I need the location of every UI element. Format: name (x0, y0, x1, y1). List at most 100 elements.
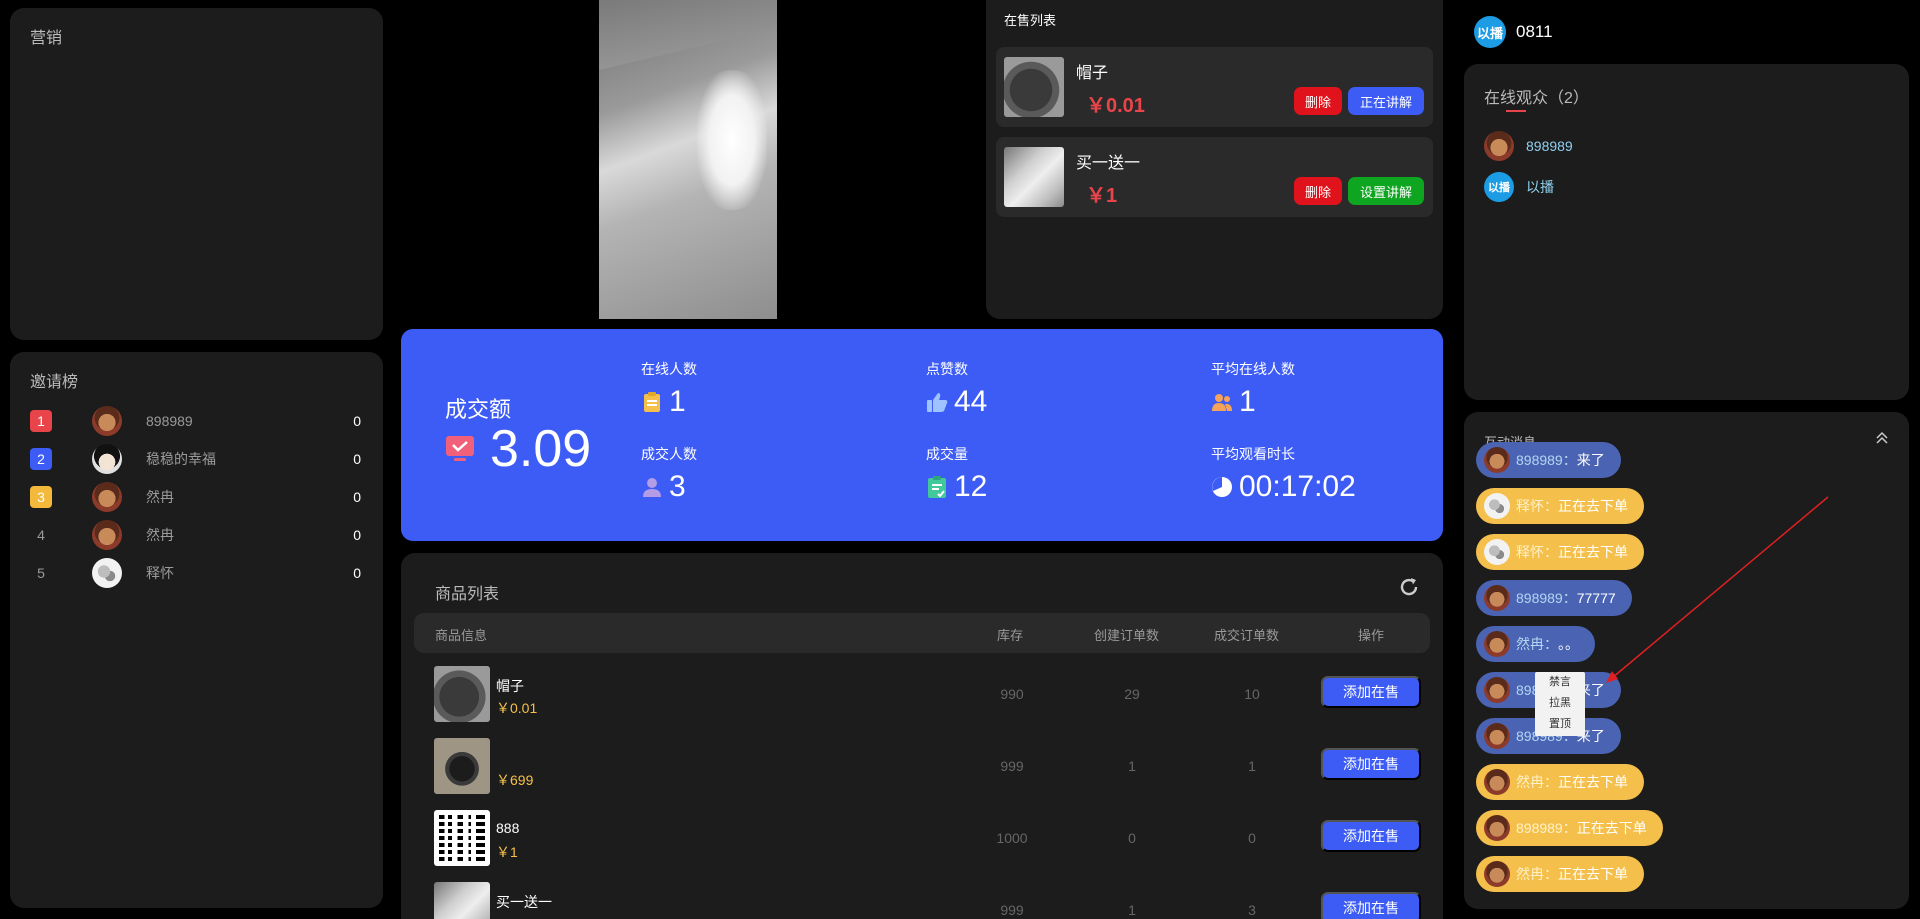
tab-underline (1506, 110, 1526, 112)
avatar (1484, 769, 1510, 795)
invite-user-name: 然冉 (146, 527, 174, 543)
refresh-icon[interactable] (1398, 576, 1420, 598)
clipboard-icon (641, 391, 663, 413)
message-item[interactable]: 释怀： 正在去下单 (1476, 534, 1644, 570)
message-text: 来了 (1576, 452, 1605, 468)
add-on-sale-button[interactable]: 添加在售 (1321, 748, 1421, 780)
message-text: 。。 (1558, 636, 1579, 652)
column-header: 成交订单数 (1214, 628, 1280, 643)
closed-orders-value: 0 (1248, 830, 1256, 846)
invite-row: 1 898989 0 (30, 402, 361, 440)
set-explaining-button[interactable]: 设置讲解 (1348, 177, 1424, 205)
invite-user-name: 稳稳的幸福 (146, 451, 216, 467)
stock-value: 999 (1000, 758, 1024, 774)
collapse-icon[interactable] (1874, 430, 1890, 446)
add-on-sale-button[interactable]: 添加在售 (1321, 676, 1421, 708)
on-sale-panel: 在售列表 帽子 ￥0.01 删除 正在讲解 买一送一 ￥1 删除 设置讲解 (986, 0, 1443, 319)
message-item[interactable]: 898989： 77777 (1476, 580, 1632, 616)
marketing-title: 营销 (30, 30, 63, 47)
avatar (92, 558, 122, 588)
stat-label: 成交人数 (641, 446, 697, 462)
invite-user-name: 898989 (146, 413, 193, 429)
mute-menu-item[interactable]: 禁言 (1535, 672, 1585, 693)
avatar (92, 444, 122, 474)
avatar: 以播 (1484, 172, 1514, 202)
on-sale-item: 买一送一 ￥1 删除 设置讲解 (996, 137, 1433, 217)
table-row: 买一送一 999 1 3 添加在售 (414, 874, 1430, 919)
audience-panel: 在线观众（2） 898989 以播 以播 (1464, 64, 1909, 400)
invite-count: 0 (353, 413, 361, 429)
explaining-button[interactable]: 正在讲解 (1348, 87, 1424, 115)
pin-menu-item[interactable]: 置顶 (1535, 714, 1585, 735)
message-text: 正在去下单 (1576, 820, 1647, 836)
avatar (1484, 677, 1510, 703)
user-icon (641, 476, 663, 498)
table-row: 帽子 ￥0.01 990 29 10 添加在售 (414, 658, 1430, 730)
message-user: 898989： (1516, 590, 1577, 606)
closed-orders-value: 10 (1244, 686, 1260, 702)
stat-value: 3 (669, 470, 686, 503)
stat-value: 1 (1239, 385, 1256, 418)
rank-badge: 2 (30, 448, 52, 470)
stat-label: 成交量 (926, 446, 968, 462)
message-item[interactable]: 然冉： 正在去下单 (1476, 764, 1644, 800)
avatar (1484, 131, 1514, 161)
product-thumbnail (434, 738, 490, 794)
viewer-name: 898989 (1526, 138, 1573, 154)
stat-online-count: 在线人数 1 (641, 359, 881, 419)
message-context-menu: 禁言 拉黑 置顶 (1535, 672, 1585, 736)
rank-badge: 1 (30, 410, 52, 432)
room-header: 以播 0811 (1474, 16, 1553, 48)
message-item[interactable]: 898989： 正在去下单 (1476, 810, 1663, 846)
message-text: 正在去下单 (1558, 544, 1628, 560)
message-text: 正在去下单 (1558, 866, 1628, 882)
stat-label: 点赞数 (926, 361, 968, 377)
invite-row: 5 释怀 0 (30, 554, 361, 592)
message-item[interactable]: 898989： 来了 (1476, 442, 1621, 478)
gmv-value: 3.09 (490, 420, 592, 478)
product-name: 帽子 (1076, 65, 1109, 82)
message-user: 释怀： (1516, 498, 1558, 514)
product-thumbnail (434, 882, 490, 919)
created-orders-value: 29 (1124, 686, 1140, 702)
message-user: 然冉： (1516, 774, 1558, 790)
invite-row: 2 稳稳的幸福 0 (30, 440, 361, 478)
avatar (1484, 631, 1510, 657)
stat-avg-watch-time: 平均观看时长 00:17:02 (1211, 444, 1451, 504)
stat-value: 12 (954, 470, 988, 503)
stat-value: 00:17:02 (1239, 470, 1356, 503)
viewer-item[interactable]: 898989 (1484, 130, 1573, 162)
product-name: 买一送一 (1076, 155, 1141, 172)
invite-count: 0 (353, 451, 361, 467)
column-header: 创建订单数 (1094, 628, 1160, 643)
add-on-sale-button[interactable]: 添加在售 (1321, 820, 1421, 852)
avatar (1484, 723, 1510, 749)
block-menu-item[interactable]: 拉黑 (1535, 693, 1585, 714)
viewer-item[interactable]: 以播 以播 (1484, 171, 1554, 203)
created-orders-value: 1 (1128, 902, 1136, 918)
room-logo: 以播 (1474, 16, 1506, 48)
message-item[interactable]: 然冉： 正在去下单 (1476, 856, 1644, 892)
message-item[interactable]: 释怀： 正在去下单 (1476, 488, 1644, 524)
invite-count: 0 (353, 527, 361, 543)
message-user: 然冉： (1516, 636, 1558, 652)
on-sale-item: 帽子 ￥0.01 删除 正在讲解 (996, 47, 1433, 127)
message-user: 898989： (1516, 820, 1577, 836)
delete-button[interactable]: 删除 (1294, 87, 1342, 115)
room-name: 0811 (1516, 22, 1553, 41)
product-price: ￥1 (496, 844, 518, 860)
invite-row: 4 然冉 0 (30, 516, 361, 554)
table-row: 888 ￥1 1000 0 0 添加在售 (414, 802, 1430, 874)
avatar (92, 520, 122, 550)
product-name: 买一送一 (496, 894, 552, 910)
message-user: 释怀： (1516, 544, 1558, 560)
message-user: 然冉： (1516, 866, 1558, 882)
avatar (1484, 861, 1510, 887)
created-orders-value: 0 (1128, 830, 1136, 846)
product-price: ￥699 (496, 772, 534, 788)
message-item[interactable]: 然冉： 。。 (1476, 626, 1595, 662)
invite-count: 0 (353, 489, 361, 505)
table-row: ￥699 999 1 1 添加在售 (414, 730, 1430, 802)
delete-button[interactable]: 删除 (1294, 177, 1342, 205)
add-on-sale-button[interactable]: 添加在售 (1321, 892, 1421, 919)
